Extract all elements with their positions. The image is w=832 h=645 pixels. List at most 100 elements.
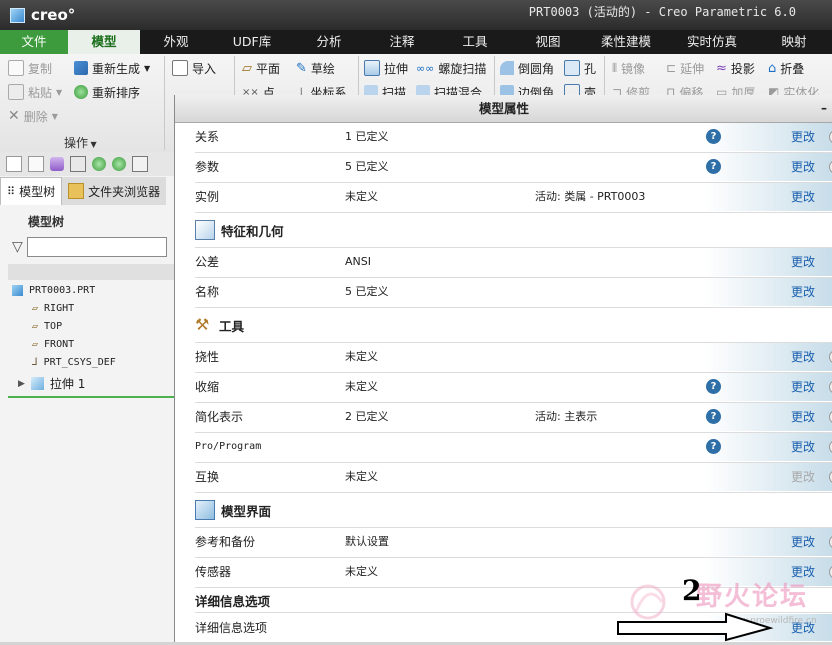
plane-button[interactable]: ▱ 平面 — [242, 58, 280, 78]
section-title: 工具 — [219, 318, 245, 334]
help-icon[interactable]: ? — [706, 129, 721, 144]
sketch-button[interactable]: ✎ 草绘 — [296, 58, 335, 78]
property-row-interchange: 互换 未定义 更改 — [195, 462, 832, 493]
paste-icon — [8, 84, 24, 100]
tree-node-front[interactable]: ▱ FRONT — [32, 339, 74, 350]
tree-search-input[interactable] — [26, 237, 167, 257]
tab-model[interactable]: 模型 — [68, 30, 140, 54]
round-button[interactable]: 倒圆角 — [500, 58, 554, 78]
row-value: 5 已定义 — [345, 285, 389, 298]
hole-label: 孔 — [584, 61, 597, 76]
property-row-pro-program: Pro/Program ? 更改 — [195, 432, 832, 463]
tab-folder-browser[interactable]: 文件夹浏览器 — [62, 177, 167, 205]
help-icon[interactable]: ? — [706, 409, 721, 424]
row-label: 名称 — [195, 285, 220, 299]
section-features-geometry: 特征和几何 — [195, 213, 832, 248]
property-row-relations: 关系 1 已定义 ? 更改 — [195, 122, 832, 153]
database-icon[interactable] — [50, 157, 64, 171]
tree-node-csys[interactable]: ⅃ PRT_CSYS_DEF — [32, 357, 116, 368]
paste-label: 粘贴 — [28, 85, 53, 100]
watermark-text: 野火论坛 — [696, 582, 809, 612]
tab-file[interactable]: 文件 — [0, 30, 68, 54]
edit-link[interactable]: 更改 — [791, 182, 815, 212]
tree-node-part[interactable]: PRT0003.PRT — [12, 285, 95, 296]
property-row-simplified-rep: 简化表示 2 已定义 活动: 主表示 ? 更改 — [195, 402, 832, 433]
helical-sweep-button[interactable]: ∞∞ 螺旋扫描 — [416, 58, 486, 78]
edit-link[interactable]: 更改 — [791, 277, 815, 307]
row-value: 5 已定义 — [345, 160, 389, 173]
tree-node-extrude[interactable]: ▶ 拉伸 1 — [18, 375, 85, 392]
wrap-label: 折叠 — [780, 61, 805, 76]
tree-node-top[interactable]: ▱ TOP — [32, 321, 62, 332]
help-icon[interactable]: ? — [706, 379, 721, 394]
filter-icon[interactable]: ▽ — [12, 239, 23, 255]
datum-plane-icon: ▱ — [32, 303, 39, 314]
extrude-label: 拉伸 — [384, 61, 409, 76]
part-icon — [12, 285, 23, 296]
tab-live-simulation[interactable]: 实时仿真 — [668, 30, 756, 54]
paste-button[interactable]: 粘贴 ▼ — [8, 82, 62, 102]
window-icon[interactable] — [132, 156, 148, 172]
project-icon: ≈ — [716, 60, 727, 76]
row-label: 参考和备份 — [195, 535, 256, 549]
tab-appearance[interactable]: 外观 — [140, 30, 212, 54]
extrude-button[interactable]: 拉伸 — [364, 58, 408, 78]
new-icon[interactable] — [6, 156, 22, 172]
open-icon[interactable] — [28, 156, 44, 172]
row-value: 未定义 — [345, 350, 378, 363]
row-label: 公差 — [195, 255, 220, 269]
edit-link[interactable]: 更改 — [791, 527, 815, 557]
folder-icon — [68, 183, 85, 199]
wrap-button[interactable]: ⌂ 折叠 — [768, 58, 804, 78]
tab-analysis[interactable]: 分析 — [292, 30, 366, 54]
creo-cube-icon — [10, 7, 25, 23]
annotation-number: 2 — [682, 574, 702, 607]
model-tree-title: 模型树 — [28, 215, 65, 229]
edit-link[interactable]: 更改 — [791, 432, 815, 462]
expand-arrow-icon[interactable]: ▶ — [18, 379, 25, 389]
tab-model-tree[interactable]: ⠿ 模型树 — [0, 177, 63, 205]
tab-annotate[interactable]: 注释 — [366, 30, 438, 54]
regenerate-button[interactable]: 重新生成 ▼ — [74, 58, 150, 78]
project-button[interactable]: ≈ 投影 — [716, 58, 755, 78]
tree-node-right[interactable]: ▱ RIGHT — [32, 303, 74, 314]
tab-flexible-modeling[interactable]: 柔性建模 — [584, 30, 668, 54]
edit-link[interactable]: 更改 — [791, 152, 815, 182]
chevron-down-icon: ▼ — [144, 63, 151, 73]
annotation-arrow-icon — [617, 612, 774, 642]
row-value: ANSI — [345, 255, 371, 268]
mirror-button[interactable]: ⫴ 镜像 — [612, 58, 645, 78]
help-icon[interactable]: ? — [706, 159, 721, 174]
logo-text: creo° — [31, 6, 76, 24]
tab-tools[interactable]: 工具 — [438, 30, 512, 54]
edit-link[interactable]: 更改 — [791, 372, 815, 402]
helical-sweep-label: 螺旋扫描 — [438, 61, 487, 76]
round-label: 倒圆角 — [518, 61, 555, 76]
edit-link[interactable]: 更改 — [791, 342, 815, 372]
copy-button[interactable]: 复制 — [8, 58, 52, 78]
help-icon[interactable]: ? — [706, 439, 721, 454]
delete-button[interactable]: ✕ 删除 ▼ — [8, 106, 58, 126]
extend-button[interactable]: ⊏ 延伸 — [666, 58, 704, 78]
import-button[interactable]: 导入 — [172, 58, 216, 78]
edit-link[interactable]: 更改 — [791, 247, 815, 277]
mirror-label: 镜像 — [621, 61, 646, 76]
hole-button[interactable]: 孔 — [564, 58, 596, 78]
edit-link[interactable]: 更改 — [791, 122, 815, 152]
row-value: 默认设置 — [345, 535, 389, 548]
row-value: 未定义 — [345, 470, 378, 483]
tab-udf-library[interactable]: UDF库 — [212, 30, 292, 54]
row-label: 参数 — [195, 160, 220, 174]
tab-mapping[interactable]: 映射 — [756, 30, 832, 54]
features-icon — [195, 220, 215, 240]
dialog-minimize-button[interactable]: – — [821, 95, 827, 122]
edit-link[interactable]: 更改 — [791, 402, 815, 432]
tab-view[interactable]: 视图 — [512, 30, 584, 54]
row-value: 2 已定义 — [345, 410, 389, 423]
save-icon[interactable] — [70, 156, 86, 172]
operations-group-label[interactable]: 操作 ▼ — [64, 134, 97, 151]
regenerate-all-icon[interactable] — [112, 157, 126, 171]
regenerate-icon[interactable] — [92, 157, 106, 171]
reorder-button[interactable]: 重新排序 — [74, 82, 140, 102]
edit-link-disabled: 更改 — [791, 470, 816, 484]
